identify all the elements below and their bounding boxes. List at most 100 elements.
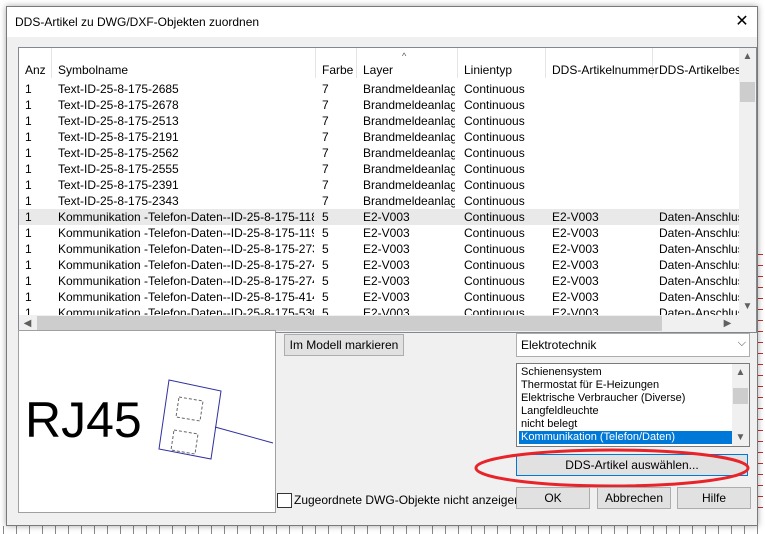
table-cell: Brandmeldeanlage xyxy=(363,162,455,176)
table-cell: Brandmeldeanlage xyxy=(363,146,455,160)
table-cell: E2-V003 xyxy=(363,290,410,304)
table-vertical-scrollbar[interactable]: ▲ ▼ xyxy=(739,48,756,315)
cad-line xyxy=(146,526,147,534)
cad-line xyxy=(640,526,641,534)
cad-line xyxy=(536,526,537,534)
column-header-linientyp[interactable]: Linientyp xyxy=(458,48,546,78)
table-row[interactable]: 1 Kommunikation -Telefon-Daten--ID-25-8-1… xyxy=(19,209,739,225)
cad-line xyxy=(29,526,30,534)
objects-table[interactable]: Anz Symbolname Farbe Layer ^ Linientyp D… xyxy=(18,47,757,333)
table-row[interactable]: 1 Text-ID-25-8-175-2343 7 Brandmeldeanlage C… xyxy=(19,193,739,209)
table-cell: Brandmeldeanlage xyxy=(363,114,455,128)
category-list[interactable]: Schienensystem Thermostat für E-Heizungen… xyxy=(516,363,750,447)
cad-line xyxy=(354,526,355,534)
table-cell: 7 xyxy=(322,178,329,192)
table-cell: 1 xyxy=(25,82,32,96)
table-cell: Brandmeldeanlage xyxy=(363,178,455,192)
column-header-artikelbeschreibung[interactable]: DDS-Artikelbes xyxy=(653,48,743,78)
table-row[interactable]: 1 Text-ID-25-8-175-2191 7 Brandmeldeanlage C… xyxy=(19,129,739,145)
table-cell: 1 xyxy=(25,114,32,128)
table-cell: E2-V003 xyxy=(363,210,410,224)
table-row[interactable]: 1 Text-ID-25-8-175-2513 7 Brandmeldeanlage C… xyxy=(19,113,739,129)
table-row[interactable]: 1 Kommunikation -Telefon-Daten--ID-25-8-1… xyxy=(19,273,739,289)
table-cell: 5 xyxy=(322,242,329,256)
table-row[interactable]: 1 Kommunikation -Telefon-Daten--ID-25-8-1… xyxy=(19,225,739,241)
table-cell: Continuous xyxy=(464,178,525,192)
scroll-down-icon[interactable]: ▼ xyxy=(739,298,756,315)
cad-line xyxy=(758,309,763,310)
chevron-down-icon[interactable]: ⌵ xyxy=(738,337,746,350)
column-header-artikelnummer[interactable]: DDS-Artikelnummer xyxy=(546,48,659,78)
table-cell: E2-V003 xyxy=(552,258,599,272)
table-cell: Continuous xyxy=(464,130,525,144)
table-cell: Text-ID-25-8-175-2678 xyxy=(58,98,179,112)
category-list-item[interactable]: nicht belegt xyxy=(519,418,734,431)
table-cell: Brandmeldeanlage xyxy=(363,82,455,96)
table-cell: 1 xyxy=(25,98,32,112)
category-list-item[interactable]: Thermostat für E-Heizungen xyxy=(519,379,734,392)
cad-line xyxy=(614,526,615,534)
table-cell: Continuous xyxy=(464,242,525,256)
table-row[interactable]: 1 Text-ID-25-8-175-2685 7 Brandmeldeanlage C… xyxy=(19,81,739,97)
column-header-anz[interactable]: Anz xyxy=(19,48,52,78)
table-cell: Daten-Anschlus xyxy=(659,226,739,240)
table-row[interactable]: 1 Text-ID-25-8-175-2391 7 Brandmeldeanlage C… xyxy=(19,177,739,193)
scroll-right-icon[interactable]: ▶ xyxy=(719,315,736,332)
cad-line xyxy=(549,526,550,534)
cad-line xyxy=(68,526,69,534)
column-header-layer[interactable]: Layer xyxy=(357,48,458,78)
table-cell: 1 xyxy=(25,290,32,304)
column-header-farbe[interactable]: Farbe xyxy=(316,48,357,78)
cad-line xyxy=(406,526,407,534)
cad-line xyxy=(3,526,4,534)
cad-line xyxy=(757,526,758,534)
cad-line xyxy=(471,526,472,534)
help-button[interactable]: Hilfe xyxy=(677,487,751,509)
table-row[interactable]: 1 Text-ID-25-8-175-2562 7 Brandmeldeanlage C… xyxy=(19,145,739,161)
category-list-item[interactable]: Elektrische Verbraucher (Diverse) xyxy=(519,392,734,405)
table-row[interactable]: 1 Text-ID-25-8-175-2555 7 Brandmeldeanlage C… xyxy=(19,161,739,177)
cad-line xyxy=(601,526,602,534)
mark-in-model-button[interactable]: Im Modell markieren xyxy=(284,334,404,356)
table-cell: 7 xyxy=(322,146,329,160)
cad-line xyxy=(731,526,732,534)
hide-assigned-checkbox[interactable] xyxy=(277,493,292,508)
table-cell: 5 xyxy=(322,226,329,240)
table-row[interactable]: 1 Kommunikation -Telefon-Daten--ID-25-8-1… xyxy=(19,289,739,305)
table-cell: E2-V003 xyxy=(552,210,599,224)
category-list-item[interactable]: Langfeldleuchte xyxy=(519,405,734,418)
scroll-down-icon[interactable]: ▼ xyxy=(732,429,749,446)
scrollbar-thumb[interactable] xyxy=(733,388,748,404)
category-list-item[interactable]: Schienensystem xyxy=(519,366,734,379)
category-dropdown[interactable]: Elektrotechnik ⌵ xyxy=(516,333,750,357)
cancel-button[interactable]: Abbrechen xyxy=(597,487,671,509)
cad-line xyxy=(315,526,316,534)
table-cell: Continuous xyxy=(464,82,525,96)
ok-button[interactable]: OK xyxy=(516,487,590,509)
table-cell: Continuous xyxy=(464,290,525,304)
table-cell: E2-V003 xyxy=(552,274,599,288)
table-cell: Daten-Anschlus xyxy=(659,290,739,304)
cad-line xyxy=(758,474,763,475)
column-header-symbolname[interactable]: Symbolname xyxy=(52,48,316,78)
table-cell: Continuous xyxy=(464,98,525,112)
scroll-up-icon[interactable]: ▲ xyxy=(739,48,756,65)
table-cell: 7 xyxy=(322,194,329,208)
close-icon[interactable]: ✕ xyxy=(731,11,753,33)
table-row[interactable]: 1 Kommunikation -Telefon-Daten--ID-25-8-1… xyxy=(19,257,739,273)
category-list-scrollbar[interactable]: ▲ ▼ xyxy=(732,364,749,446)
table-row[interactable]: 1 Text-ID-25-8-175-2678 7 Brandmeldeanlage C… xyxy=(19,97,739,113)
scrollbar-thumb[interactable] xyxy=(740,82,755,102)
cad-line xyxy=(432,526,433,534)
cad-line xyxy=(55,526,56,534)
scrollbar-thumb[interactable] xyxy=(37,316,662,331)
red-annotation-ellipse xyxy=(474,448,750,488)
cad-line xyxy=(758,364,763,365)
scroll-up-icon[interactable]: ▲ xyxy=(732,364,749,381)
cad-line xyxy=(445,526,446,534)
category-list-item[interactable]: Kommunikation (Telefon/Daten) xyxy=(519,431,734,444)
hide-assigned-label: Zugeordnete DWG-Objekte nicht anzeigen xyxy=(294,493,521,507)
cad-line xyxy=(758,496,763,497)
table-row[interactable]: 1 Kommunikation -Telefon-Daten--ID-25-8-1… xyxy=(19,241,739,257)
cad-line xyxy=(224,526,225,534)
